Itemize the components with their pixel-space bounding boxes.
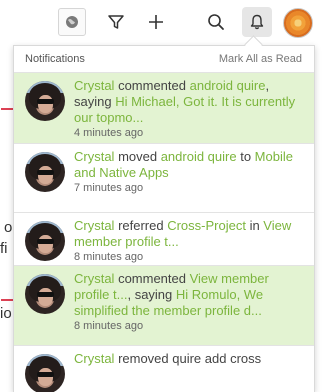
notification-link[interactable]: android quire <box>190 78 266 93</box>
notification-list: Crystal commented android quire, saying … <box>14 73 314 392</box>
notifications-button[interactable] <box>242 7 272 37</box>
notification-text-part: in <box>245 218 264 233</box>
user-avatar[interactable] <box>283 8 313 38</box>
notification-text-part: , saying <box>127 287 176 302</box>
actor-link[interactable]: Crystal <box>74 271 114 286</box>
notification-text: Crystal removed quire add cross <box>74 351 306 367</box>
avatar[interactable] <box>25 221 65 261</box>
notification-text: Crystal referred Cross-Project in View m… <box>74 218 306 250</box>
globe-button[interactable] <box>58 8 86 36</box>
avatar[interactable] <box>25 81 65 121</box>
notification-link[interactable]: android quire <box>161 149 237 164</box>
plus-icon <box>149 15 163 29</box>
search-icon <box>208 14 224 30</box>
notification-text-part: referred <box>114 218 168 233</box>
background-text-fragment: fi <box>0 240 8 257</box>
notification-text-part: removed quire add cross <box>114 351 262 366</box>
notification-text: Crystal moved android quire to Mobile an… <box>74 149 306 181</box>
notification-text: Crystal commented View member profile t.… <box>74 271 306 319</box>
notification-text-part: commented <box>114 78 190 93</box>
actor-link[interactable]: Crystal <box>74 149 114 164</box>
notification-item[interactable]: Crystal commented View member profile t.… <box>14 266 314 346</box>
notification-item[interactable]: Crystal commented android quire, saying … <box>14 73 314 144</box>
notification-timestamp: 8 minutes ago <box>74 251 144 263</box>
notification-item[interactable]: Crystal referred Cross-Project in View m… <box>14 213 314 266</box>
notification-item[interactable]: Crystal moved android quire to Mobile an… <box>14 144 314 213</box>
notification-text-part: moved <box>114 149 161 164</box>
actor-link[interactable]: Crystal <box>74 218 114 233</box>
bell-icon <box>250 14 264 30</box>
avatar[interactable] <box>25 354 65 392</box>
top-toolbar <box>0 0 327 44</box>
add-button[interactable] <box>141 7 171 37</box>
actor-link[interactable]: Crystal <box>74 78 114 93</box>
background-text-fragment: o <box>4 219 13 236</box>
notification-text-part: commented <box>114 271 190 286</box>
notification-item[interactable]: Crystal removed quire add cross <box>14 346 314 392</box>
avatar[interactable] <box>25 152 65 192</box>
avatar[interactable] <box>25 274 65 314</box>
panel-title: Notifications <box>25 53 85 65</box>
globe-icon <box>66 16 78 28</box>
notification-timestamp: 7 minutes ago <box>74 182 144 194</box>
filter-icon <box>108 15 124 29</box>
notifications-panel: Notifications Mark All as Read Crystal c… <box>13 45 315 392</box>
notification-text-part: to <box>236 149 255 164</box>
mark-all-read-button[interactable]: Mark All as Read <box>219 53 302 65</box>
notification-timestamp: 4 minutes ago <box>74 127 144 139</box>
notification-timestamp: 8 minutes ago <box>74 320 144 332</box>
notification-text: Crystal commented android quire, saying … <box>74 78 306 126</box>
panel-header: Notifications Mark All as Read <box>14 46 314 73</box>
background-text-fragment: io <box>0 305 12 322</box>
filter-button[interactable] <box>101 7 131 37</box>
actor-link[interactable]: Crystal <box>74 351 114 366</box>
notification-link[interactable]: Cross-Project <box>167 218 246 233</box>
search-button[interactable] <box>201 7 231 37</box>
